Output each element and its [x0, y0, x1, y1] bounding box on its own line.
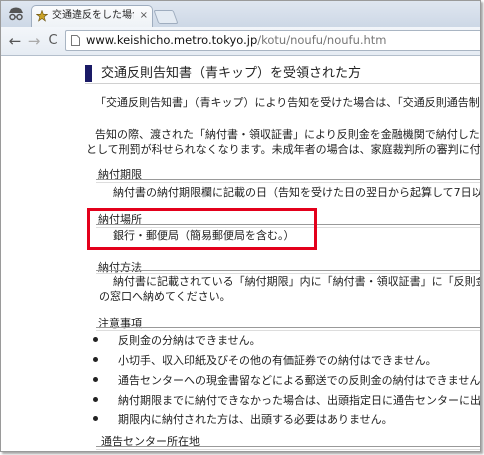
reload-button[interactable]: C — [43, 31, 63, 51]
bullet-icon — [93, 377, 98, 382]
toolbar: ← → C www.keishicho.metro.tokyo.jp/kotu/… — [1, 27, 480, 56]
incognito-icon — [9, 7, 23, 21]
page-icon — [71, 35, 80, 46]
address-bar[interactable]: www.keishicho.metro.tokyo.jp/kotu/noufu/… — [65, 30, 480, 51]
page-content: 交通反則告知書（青キップ）を受領された方 「交通反則告知書」（青キップ）により告… — [1, 56, 480, 451]
note-item: 期限内に納付された方は、出頭する必要はありません。 — [118, 413, 393, 426]
page-title: 交通反則告知書（青キップ）を受領された方 — [101, 66, 362, 81]
intro-paragraph-3: として刑罰が科せられなくなります。未成年者の場合は、家庭裁判所の審判に付されなく… — [86, 143, 480, 156]
back-button[interactable]: ← — [5, 31, 25, 51]
bullet-icon — [93, 337, 98, 342]
bullet-icon — [93, 416, 98, 421]
note-item: 通告センターへの現金書留などによる郵送での反則金の納付はできません。 — [118, 374, 480, 387]
new-tab-button[interactable] — [153, 10, 179, 24]
section-method-body-2: の窓口へ納めてください。 — [99, 290, 231, 303]
tab-close-icon[interactable]: × — [140, 6, 148, 26]
bullet-icon — [93, 357, 98, 362]
forward-button[interactable]: → — [24, 31, 44, 51]
intro-paragraph-1: 「交通反則告知書」（青キップ）により告知を受けた場合は、「交通反則通告制度」が適… — [95, 96, 480, 109]
section-rule — [96, 179, 480, 183]
intro-paragraph-2: 告知の際、渡された「納付書・領収証書」により反則金を金融機関で納付した場合は、刑… — [95, 128, 480, 141]
note-item: 反則金の分納はできません。 — [118, 334, 261, 347]
section-rule — [96, 327, 480, 331]
section-method-body: 納付書に記載されている「納付期限」内に「納付書・領収証書」に「反則金」を添えて金… — [113, 275, 480, 288]
note-item: 納付期限までに納付できなかった場合は、出頭指定日に通告センターに出頭してください… — [118, 394, 480, 407]
bullet-icon — [93, 397, 98, 402]
section-rule — [96, 446, 480, 450]
url-path: /kotu/noufu/noufu.htm — [257, 33, 387, 47]
police-emblem-icon — [36, 10, 48, 22]
browser-window: 交通違反をした場合の反則 × ← → C www.keishicho.metro… — [0, 0, 481, 452]
tab-title: 交通違反をした場合の反則 — [52, 10, 134, 21]
title-underline — [85, 83, 480, 84]
tab-strip: 交通違反をした場合の反則 × — [1, 1, 480, 27]
section-deadline-body: 納付書の納付期限欄に記載の日（告知を受けた日の翌日から起算して7日以内） — [113, 186, 480, 199]
tab-active[interactable]: 交通違反をした場合の反則 × — [31, 5, 153, 27]
highlight-box — [87, 208, 317, 250]
note-item: 小切手、収入印紙及びその他の有価証券での納付はできません。 — [118, 354, 437, 367]
url-host: www.keishicho.metro.tokyo.jp — [86, 33, 258, 47]
heading-bar — [85, 65, 92, 82]
